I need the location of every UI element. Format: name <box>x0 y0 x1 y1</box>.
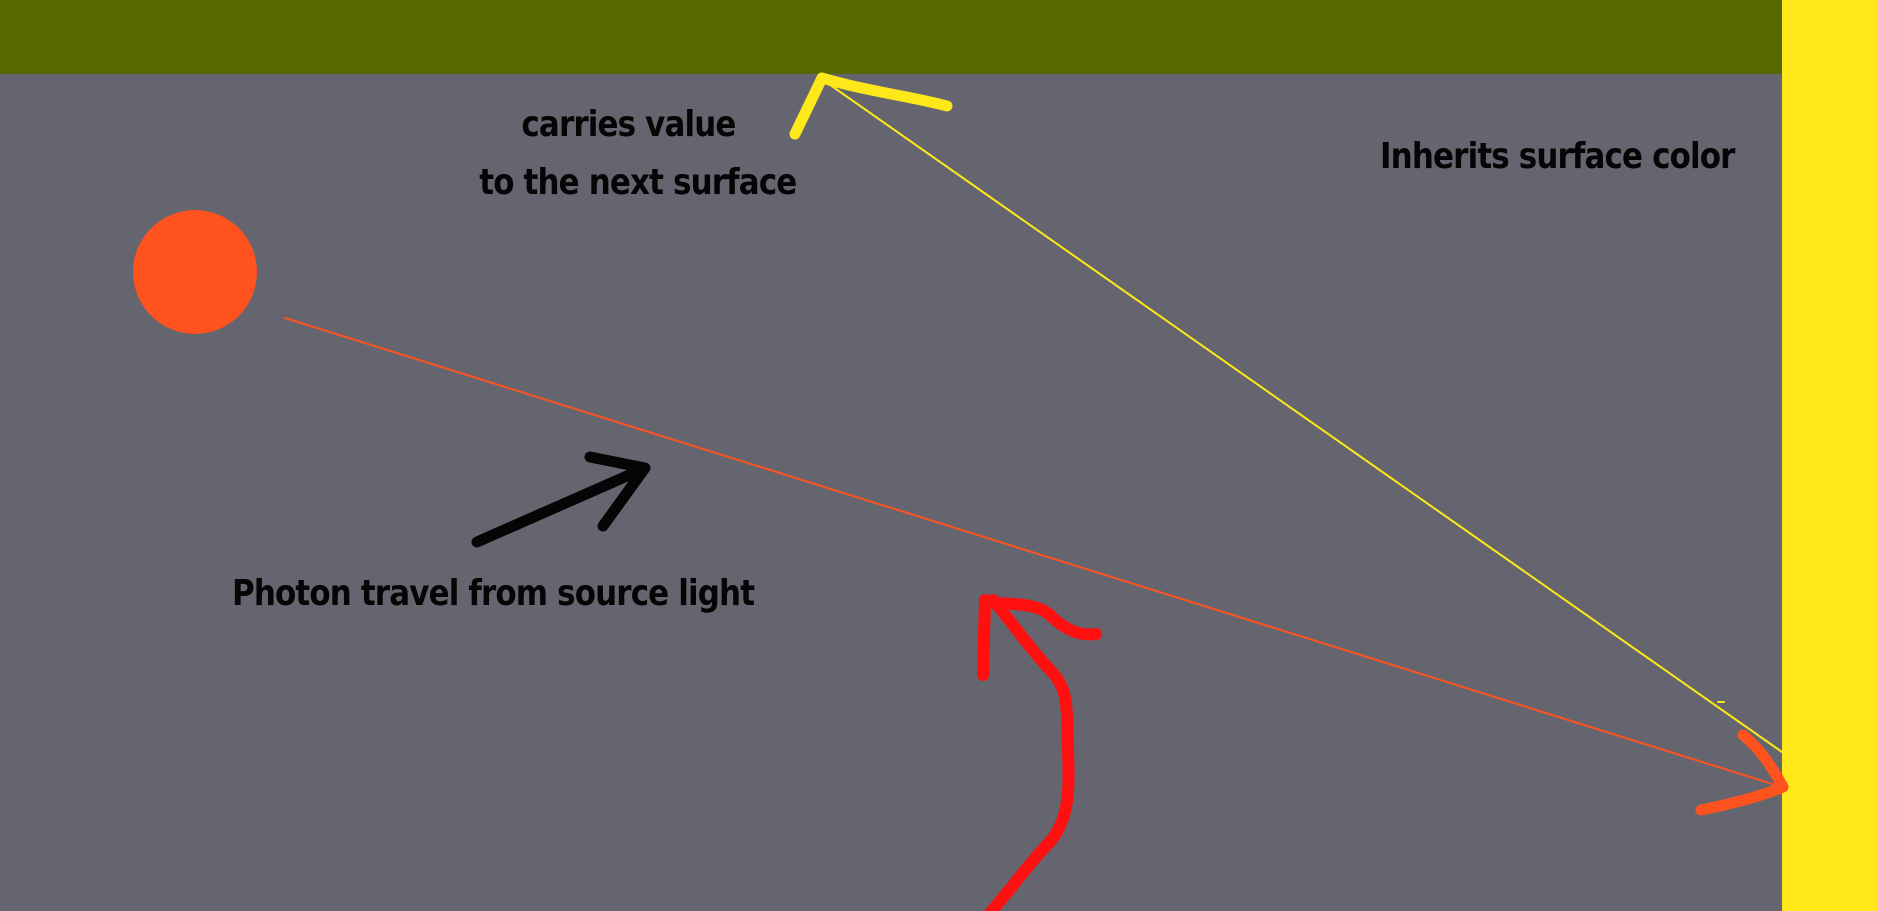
carries-value-label: carries value to the next surface <box>479 96 797 212</box>
diagram-stage: carries value to the next surface Inheri… <box>0 0 1877 911</box>
light-source-icon <box>133 210 257 334</box>
reflection-arrow-icon <box>789 72 953 140</box>
photon-ray <box>284 317 1783 788</box>
photon-impact-arrow-icon <box>1695 729 1789 816</box>
pointer-arrow-icon <box>977 594 1102 911</box>
photon-travel-label: Photon travel from source light <box>232 573 755 614</box>
carries-value-line: carries value <box>521 104 736 145</box>
direction-arrow-icon <box>471 451 651 548</box>
next-surface-line: to the next surface <box>479 162 797 203</box>
inherits-surface-color-label: Inherits surface color <box>1380 136 1735 177</box>
